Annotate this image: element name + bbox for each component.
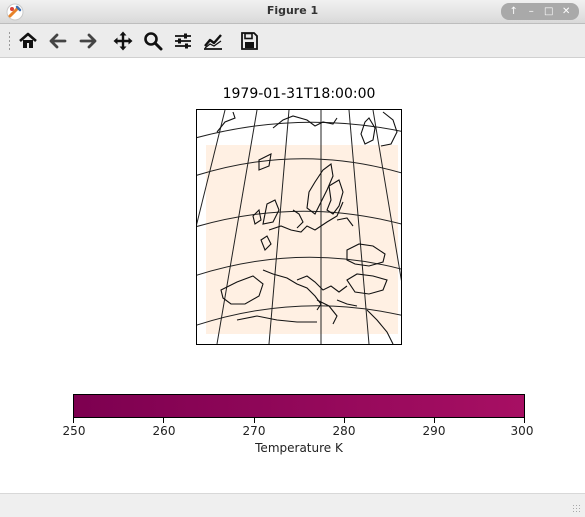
move-icon [113, 31, 133, 51]
arrow-right-icon [79, 33, 97, 49]
colorbar[interactable] [73, 394, 525, 418]
sliders-icon [175, 33, 191, 49]
colorbar-gradient [74, 395, 524, 417]
colorbar-tick [434, 418, 435, 423]
configure-subplots-button[interactable] [171, 29, 195, 53]
save-button[interactable] [237, 29, 261, 53]
colorbar-tick [344, 418, 345, 423]
colorbar-tick-label: 270 [242, 424, 266, 438]
forward-button[interactable] [76, 29, 100, 53]
maximize-button[interactable]: □ [542, 6, 556, 17]
resize-grip-icon[interactable] [572, 504, 582, 514]
magnifier-icon [144, 32, 163, 51]
close-button[interactable]: ✕ [559, 6, 573, 17]
colorbar-tick [254, 418, 255, 423]
colorbar-tick-label: 280 [332, 424, 356, 438]
pan-button[interactable] [111, 29, 135, 53]
colorbar-tick [163, 418, 164, 423]
colorbar-label: Temperature K [255, 441, 343, 455]
toolbar-grip-icon[interactable] [8, 31, 11, 51]
status-bar [0, 493, 585, 517]
navigation-toolbar [0, 24, 585, 58]
europe-map [197, 110, 401, 344]
map-axes[interactable] [196, 109, 402, 345]
colorbar-tick [73, 418, 74, 423]
zoom-button[interactable] [141, 29, 165, 53]
edit-axis-button[interactable] [201, 29, 225, 53]
colorbar-tick-label: 250 [62, 424, 86, 438]
arrow-left-icon [49, 33, 67, 49]
window-title: Figure 1 [266, 4, 319, 17]
home-icon [19, 32, 37, 48]
keep-above-button[interactable]: ↑ [507, 6, 521, 17]
title-bar[interactable]: Figure 1 ↑ – □ ✕ [0, 0, 585, 24]
home-button[interactable] [16, 29, 40, 53]
colorbar-tick-label: 290 [422, 424, 446, 438]
minimize-button[interactable]: – [524, 6, 538, 17]
line-chart-icon [204, 34, 222, 50]
colorbar-tick [524, 418, 525, 423]
figure-window: Figure 1 ↑ – □ ✕ 1979-01-31T18:00:00 250… [0, 0, 585, 517]
floppy-disk-icon [241, 32, 258, 50]
window-controls: ↑ – □ ✕ [501, 3, 579, 20]
map-title: 1979-01-31T18:00:00 [222, 86, 376, 102]
colorbar-tick-label: 300 [510, 424, 534, 438]
colorbar-tick-label: 260 [152, 424, 176, 438]
back-button[interactable] [46, 29, 70, 53]
